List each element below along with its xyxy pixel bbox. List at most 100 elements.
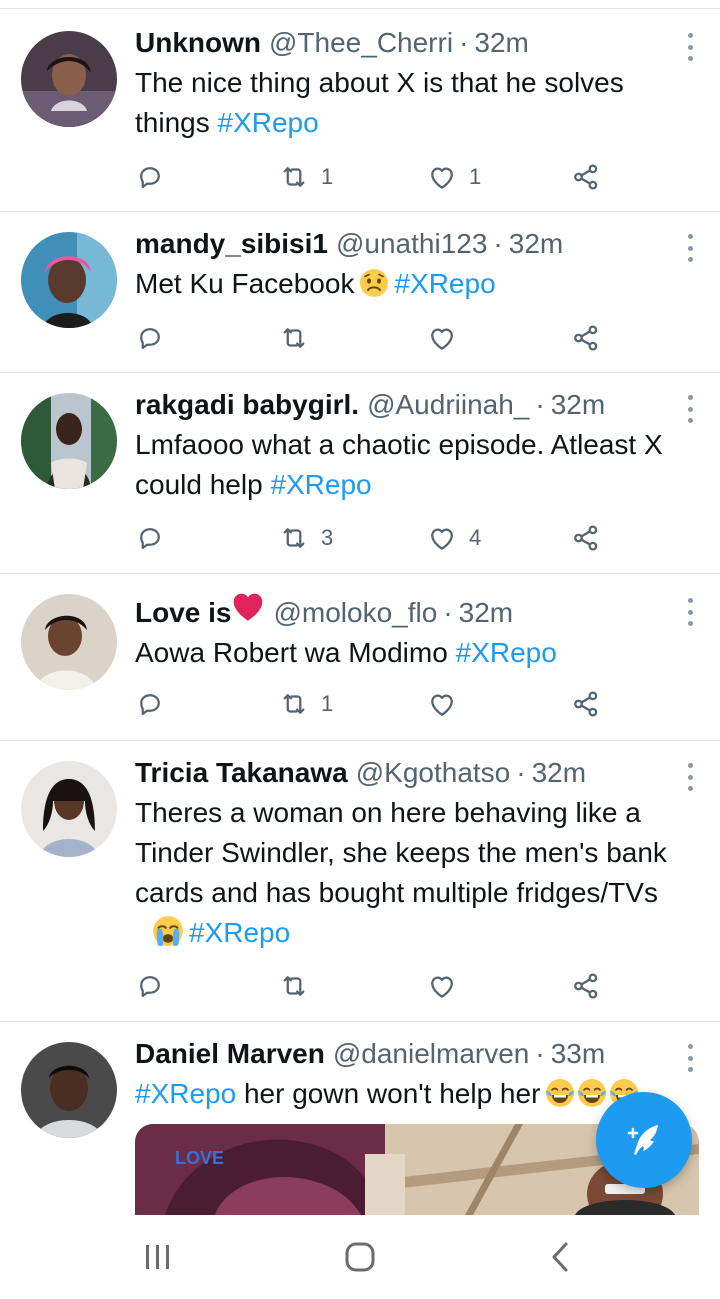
hashtag-link[interactable]: #XRepo <box>218 107 319 138</box>
avatar[interactable] <box>21 1042 117 1138</box>
avatar[interactable] <box>21 232 117 328</box>
timeline-feed[interactable]: Unknown @Thee_Cherri · 32m The nice thin… <box>0 0 720 1215</box>
back-button[interactable] <box>541 1237 581 1277</box>
hashtag-link[interactable]: #XRepo <box>189 917 290 948</box>
display-name[interactable]: Daniel Marven <box>135 1036 325 1072</box>
user-handle[interactable]: @unathi123 <box>336 226 487 262</box>
timestamp[interactable]: 32m <box>509 226 563 262</box>
tweet-body: Met Ku Facebook <box>135 268 355 299</box>
avatar[interactable] <box>21 31 117 127</box>
share-icon <box>571 689 601 719</box>
user-handle[interactable]: @Audriinah_ <box>367 387 529 423</box>
more-options-icon[interactable] <box>686 395 694 423</box>
more-options-icon[interactable] <box>686 598 694 626</box>
separator-dot: · <box>535 1038 545 1069</box>
timestamp[interactable]: 32m <box>474 25 528 61</box>
retweet-button[interactable]: 1 <box>279 684 333 724</box>
heart-icon <box>427 162 457 192</box>
like-button[interactable]: 4 <box>427 518 481 558</box>
reply-button[interactable] <box>135 318 165 358</box>
retweet-button[interactable] <box>279 966 309 1006</box>
share-button[interactable] <box>571 966 601 1006</box>
action-bar: 1 1 <box>135 157 605 197</box>
separator-dot: · <box>459 27 469 58</box>
timestamp[interactable]: 33m <box>551 1036 605 1072</box>
tweet-body: her gown won't help her <box>243 1078 541 1109</box>
display-name[interactable]: Tricia Takanawa <box>135 755 348 791</box>
hashtag-link[interactable]: #XRepo <box>394 268 495 299</box>
avatar[interactable] <box>21 761 117 857</box>
avatar[interactable] <box>21 393 117 489</box>
tweet-header: Love is @moloko_flo · 32m <box>135 592 700 631</box>
reply-button[interactable] <box>135 684 165 724</box>
user-handle[interactable]: @Kgothatso <box>356 755 511 791</box>
user-handle[interactable]: @moloko_flo <box>273 595 437 631</box>
display-name[interactable]: Love is <box>135 595 231 631</box>
tweet-body: Theres a woman on here behaving like a T… <box>135 797 667 908</box>
retweet-count: 1 <box>321 691 334 716</box>
home-icon <box>345 1242 375 1272</box>
tears-of-joy-emoji <box>544 1077 576 1109</box>
like-button[interactable] <box>427 684 457 724</box>
system-navigation-bar <box>0 1215 720 1299</box>
display-name[interactable]: rakgadi babygirl. <box>135 387 359 423</box>
more-options-icon[interactable] <box>686 1044 694 1072</box>
reply-button[interactable] <box>135 966 165 1006</box>
tweet[interactable]: rakgadi babygirl. @Audriinah_ · 32m Lmfa… <box>0 373 720 574</box>
tweet-text: Theres a woman on here behaving like a T… <box>135 793 700 953</box>
retweet-button[interactable] <box>279 318 309 358</box>
share-button[interactable] <box>571 157 601 197</box>
recents-icon <box>146 1245 169 1269</box>
action-bar <box>135 318 605 358</box>
compose-tweet-icon <box>627 1125 658 1155</box>
share-button[interactable] <box>571 318 601 358</box>
like-button[interactable] <box>427 966 457 1006</box>
reply-button[interactable] <box>135 157 165 197</box>
action-bar: 1 <box>135 684 605 724</box>
user-handle[interactable]: @danielmarven <box>333 1036 530 1072</box>
retweet-icon <box>279 523 309 553</box>
retweet-button[interactable]: 1 <box>279 157 333 197</box>
retweet-count: 3 <box>321 525 334 550</box>
separator-dot: · <box>535 389 545 420</box>
share-icon <box>571 162 601 192</box>
reply-icon <box>135 689 165 719</box>
tweet[interactable]: Tricia Takanawa @Kgothatso · 32m Theres … <box>0 741 720 1022</box>
timestamp[interactable]: 32m <box>532 755 586 791</box>
more-options-icon[interactable] <box>686 763 694 791</box>
tweet[interactable]: Love is @moloko_flo · 32m Aowa Robert wa… <box>0 574 720 741</box>
reply-icon <box>135 323 165 353</box>
avatar[interactable] <box>21 594 117 690</box>
user-handle[interactable]: @Thee_Cherri <box>269 25 453 61</box>
heart-icon <box>427 323 457 353</box>
separator-dot: · <box>443 597 453 628</box>
hashtag-link[interactable]: #XRepo <box>135 1078 236 1109</box>
reply-button[interactable] <box>135 518 165 558</box>
retweet-button[interactable]: 3 <box>279 518 333 558</box>
hashtag-link[interactable]: #XRepo <box>270 469 371 500</box>
timestamp[interactable]: 32m <box>459 595 513 631</box>
tweet[interactable]: Unknown @Thee_Cherri · 32m The nice thin… <box>0 9 720 212</box>
more-options-icon[interactable] <box>686 234 694 262</box>
heart-icon <box>427 689 457 719</box>
display-name[interactable]: Unknown <box>135 25 261 61</box>
more-options-icon[interactable] <box>686 33 694 61</box>
like-button[interactable] <box>427 318 457 358</box>
tears-of-joy-emoji <box>576 1077 608 1109</box>
timestamp[interactable]: 32m <box>551 387 605 423</box>
like-button[interactable]: 1 <box>427 157 481 197</box>
recents-button[interactable] <box>138 1237 178 1277</box>
crying-face-emoji <box>151 914 185 948</box>
separator-dot: · <box>516 757 526 788</box>
home-button[interactable] <box>340 1237 380 1277</box>
tweet-text: Lmfaooo what a chaotic episode. Atleast … <box>135 425 700 505</box>
share-button[interactable] <box>571 684 601 724</box>
like-count: 1 <box>469 164 482 189</box>
like-count: 4 <box>469 525 482 550</box>
share-button[interactable] <box>571 518 601 558</box>
display-name[interactable]: mandy_sibisi1 <box>135 226 328 262</box>
hashtag-link[interactable]: #XRepo <box>456 637 557 668</box>
tweet-header: Tricia Takanawa @Kgothatso · 32m <box>135 755 700 791</box>
tweet[interactable]: mandy_sibisi1 @unathi123 · 32m Met Ku Fa… <box>0 212 720 373</box>
compose-tweet-button[interactable] <box>596 1092 692 1188</box>
